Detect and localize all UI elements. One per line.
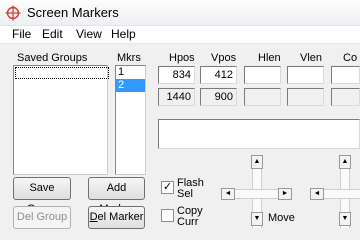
color-max-field <box>331 88 360 106</box>
add-marker-label-pre: Add <box>106 182 127 194</box>
vpos-field[interactable]: 412 <box>200 66 237 84</box>
list-item[interactable]: 1 <box>116 66 145 79</box>
window-title: Screen Markers <box>27 5 119 20</box>
saved-groups-list[interactable] <box>13 65 109 175</box>
move-label: Move <box>268 212 295 224</box>
flash-sel-checkbox[interactable]: ✓ <box>161 181 174 194</box>
vpos-max-field: 900 <box>200 88 237 106</box>
save-group-button[interactable]: Save Group <box>13 177 71 215</box>
menu-file[interactable]: File <box>12 27 31 41</box>
hpos-max-field: 1440 <box>158 88 195 106</box>
menu-view[interactable]: View <box>76 27 102 41</box>
flash-sel-label-line2: Sel <box>177 188 193 200</box>
copy-curr-checkbox[interactable] <box>161 209 174 222</box>
menu-edit[interactable]: Edit <box>42 27 63 41</box>
list-item-selected[interactable]: 2 <box>116 79 145 92</box>
del-group-button[interactable]: Del Group <box>13 206 71 229</box>
del-marker-accel: D <box>89 211 98 223</box>
vlen-field[interactable] <box>287 66 324 84</box>
vlen-label: Vlen <box>300 52 323 64</box>
crosshair-icon <box>5 5 21 21</box>
move-left-arrow-icon[interactable]: ◄ <box>221 188 235 200</box>
size-left-arrow-icon[interactable]: ◄ <box>310 188 324 200</box>
move-up-arrow-icon[interactable]: ▲ <box>251 155 263 169</box>
markers-label: Mkrs <box>117 52 141 64</box>
description-field[interactable] <box>158 119 360 149</box>
menu-bar: File Edit View Help <box>0 26 360 44</box>
hpos-field[interactable]: 834 <box>158 66 195 84</box>
size-down-arrow-icon[interactable]: ▼ <box>339 212 351 226</box>
del-marker-label-post: el Marker <box>97 211 144 223</box>
save-group-label-pre: Save <box>29 182 55 194</box>
color-label: Co <box>343 52 358 64</box>
hlen-label: Hlen <box>258 52 281 64</box>
hlen-max-field <box>244 88 281 106</box>
copy-curr-label-line2: Curr <box>177 216 199 228</box>
list-focus-indicator <box>15 67 109 79</box>
move-right-arrow-icon[interactable]: ► <box>278 188 292 200</box>
size-up-arrow-icon[interactable]: ▲ <box>339 155 351 169</box>
saved-groups-label: Saved Groups <box>17 52 88 64</box>
del-marker-button[interactable]: Del Marker <box>88 206 145 229</box>
color-field[interactable] <box>331 66 360 84</box>
title-bar[interactable]: Screen Markers <box>0 0 360 26</box>
hpos-label: Hpos <box>169 52 195 64</box>
markers-list[interactable]: 1 2 <box>115 65 146 175</box>
menu-help[interactable]: Help <box>111 27 136 41</box>
hlen-field[interactable] <box>244 66 281 84</box>
vpos-label: Vpos <box>211 52 237 64</box>
vlen-max-field <box>287 88 324 106</box>
move-down-arrow-icon[interactable]: ▼ <box>251 212 263 226</box>
add-marker-button[interactable]: Add Marker <box>88 177 145 215</box>
